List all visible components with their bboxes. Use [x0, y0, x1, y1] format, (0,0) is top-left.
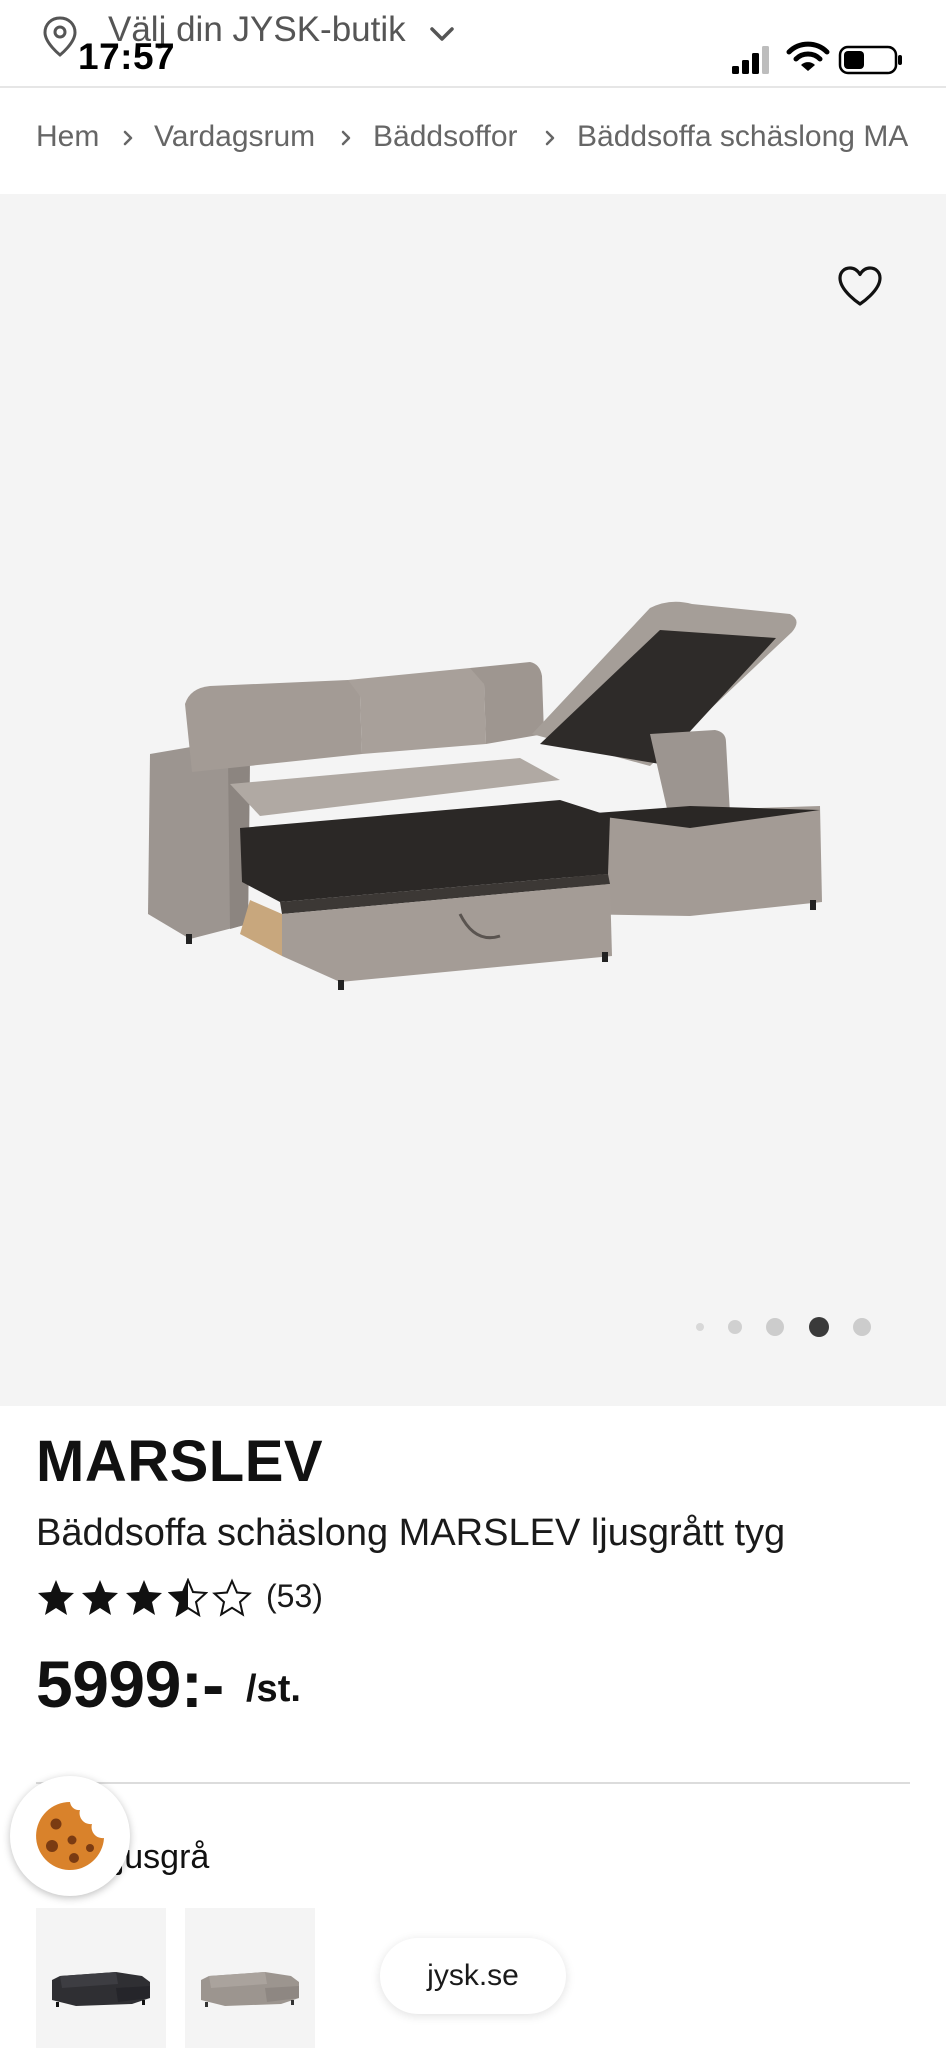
status-time: 17:57: [78, 36, 176, 77]
browser-url-pill[interactable]: jysk.se: [380, 1938, 566, 2014]
chevron-right-icon: [123, 130, 133, 146]
sofa-thumbnail-dark: [52, 1972, 150, 2007]
gallery-dot-2[interactable]: [728, 1320, 742, 1334]
breadcrumb-item-vardagsrum[interactable]: Vardagsrum: [154, 120, 315, 154]
heart-icon[interactable]: [836, 264, 884, 308]
battery-icon: [838, 45, 902, 75]
product-image-gallery[interactable]: [0, 194, 946, 1406]
product-price: 5999:-: [36, 1647, 224, 1721]
price-unit: /st.: [246, 1668, 301, 1710]
star-full-icon: [82, 1580, 118, 1615]
gallery-dot-5[interactable]: [853, 1318, 871, 1336]
product-image-sofa: [148, 601, 822, 990]
breadcrumb-item-baddsoffor[interactable]: Bäddsoffor: [373, 120, 518, 154]
product-name: MARSLEV: [36, 1429, 324, 1494]
location-pin-icon[interactable]: [40, 14, 80, 58]
sofa-thumbnail-light: [201, 1972, 299, 2007]
color-swatch-light-grey[interactable]: [185, 1908, 315, 2048]
cookie-consent-button[interactable]: [10, 1776, 130, 1896]
top-bar: Välj din JYSK-butik 17:57: [0, 0, 946, 88]
chevron-down-icon[interactable]: [426, 20, 458, 48]
breadcrumb: Hem Vardagsrum Bäddsoffor Bäddsoffa schä…: [0, 90, 946, 194]
section-divider: [36, 1782, 910, 1784]
cellular-signal-icon: [732, 46, 769, 74]
product-description: Bäddsoffa schäslong MARSLEV ljusgrått ty…: [36, 1512, 786, 1554]
chevron-right-icon: [545, 130, 555, 146]
chevron-right-icon: [341, 130, 351, 146]
star-full-icon: [38, 1580, 74, 1615]
breadcrumb-item-home[interactable]: Hem: [36, 120, 99, 154]
breadcrumb-item-current: Bäddsoffa schäslong MA: [577, 120, 909, 153]
review-count[interactable]: (53): [266, 1578, 323, 1615]
star-half-icon: [168, 1578, 208, 1618]
star-empty-icon: [212, 1578, 252, 1617]
cookie-icon: [36, 1802, 105, 1870]
gallery-dot-3[interactable]: [766, 1318, 784, 1336]
gallery-dot-4-active[interactable]: [809, 1317, 829, 1337]
wifi-icon: [786, 41, 830, 71]
star-full-icon: [126, 1580, 162, 1615]
gallery-pagination: [0, 1312, 946, 1342]
rating-stars[interactable]: [36, 1578, 276, 1622]
gallery-dot-1[interactable]: [696, 1323, 704, 1331]
color-swatch-dark-grey[interactable]: [36, 1908, 166, 2048]
